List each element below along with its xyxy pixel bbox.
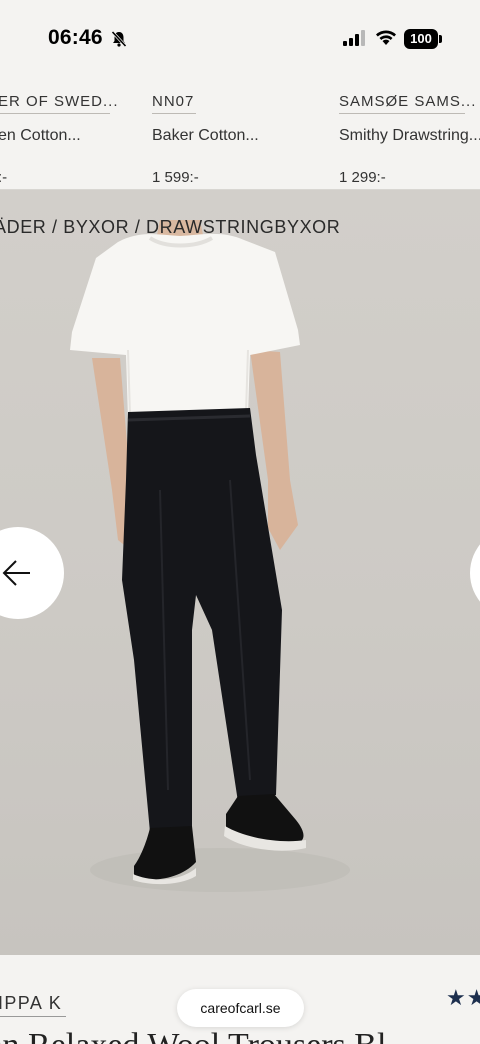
wifi-icon <box>376 30 396 45</box>
card-brand-underline <box>339 113 465 114</box>
card-brand: SAMSØE SAMS... <box>339 93 477 110</box>
card-product-name: Baker Cotton... <box>152 127 259 144</box>
status-bar: 06:46 100 <box>0 0 480 80</box>
card-price: 1 299:- <box>339 169 386 186</box>
rating-stars[interactable]: ★★ <box>446 985 480 1011</box>
card-brand: ER OF SWED... <box>0 93 119 110</box>
related-products-carousel[interactable]: ER OF SWED... en Cotton... :- NN07 Baker… <box>0 80 480 190</box>
product-brand-link[interactable]: IPPA K <box>0 993 62 1014</box>
arrow-left-icon <box>2 560 30 586</box>
brand-underline <box>0 1016 66 1017</box>
cell-signal-icon <box>343 30 365 46</box>
related-product-card[interactable]: SAMSØE SAMS... Smithy Drawstring... 1 29… <box>339 80 480 189</box>
breadcrumb[interactable]: ÄDER / BYXOR / DRAWSTRINGBYXOR <box>0 217 340 238</box>
browser-url-bar[interactable]: careofcarl.se <box>177 989 304 1027</box>
card-product-name: Smithy Drawstring... <box>339 127 480 144</box>
card-brand-underline <box>0 113 110 114</box>
card-product-name: en Cotton... <box>0 127 81 144</box>
product-title: lan Relaxed Wool Trousers Bl <box>0 1027 386 1044</box>
product-model-image <box>70 220 350 892</box>
battery-cap <box>439 35 442 43</box>
card-price: 1 599:- <box>152 169 199 186</box>
bell-muted-icon <box>111 30 127 48</box>
product-image-gallery[interactable]: ÄDER / BYXOR / DRAWSTRINGBYXOR <box>0 190 480 955</box>
card-brand-underline <box>152 113 196 114</box>
card-brand: NN07 <box>152 93 195 110</box>
related-product-card[interactable]: NN07 Baker Cotton... 1 599:- <box>152 80 332 189</box>
card-price: :- <box>0 169 8 186</box>
status-time: 06:46 <box>48 26 103 49</box>
battery-indicator: 100 <box>404 29 438 49</box>
